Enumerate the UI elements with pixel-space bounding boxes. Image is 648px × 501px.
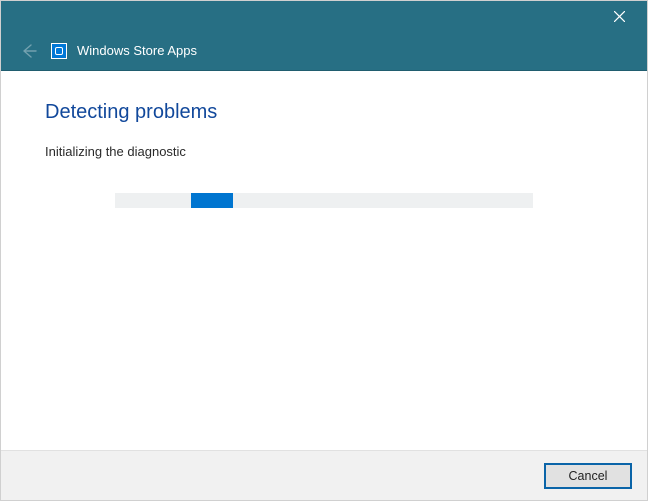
window-title: Windows Store Apps (77, 43, 197, 58)
status-text: Initializing the diagnostic (45, 144, 603, 159)
close-button[interactable] (597, 1, 641, 31)
progress-bar (115, 193, 533, 208)
page-heading: Detecting problems (45, 101, 603, 124)
store-icon (51, 43, 67, 59)
back-button (19, 41, 39, 61)
content-area: Detecting problems Initializing the diag… (1, 71, 647, 450)
progress-indicator (191, 193, 233, 208)
close-icon (614, 11, 625, 22)
troubleshooter-window: Windows Store Apps Detecting problems In… (0, 0, 648, 501)
header-bar: Windows Store Apps (1, 31, 647, 71)
cancel-button[interactable]: Cancel (545, 464, 631, 488)
back-arrow-icon (21, 43, 37, 59)
progress-container (45, 193, 603, 208)
titlebar (1, 1, 647, 31)
footer-bar: Cancel (1, 450, 647, 500)
